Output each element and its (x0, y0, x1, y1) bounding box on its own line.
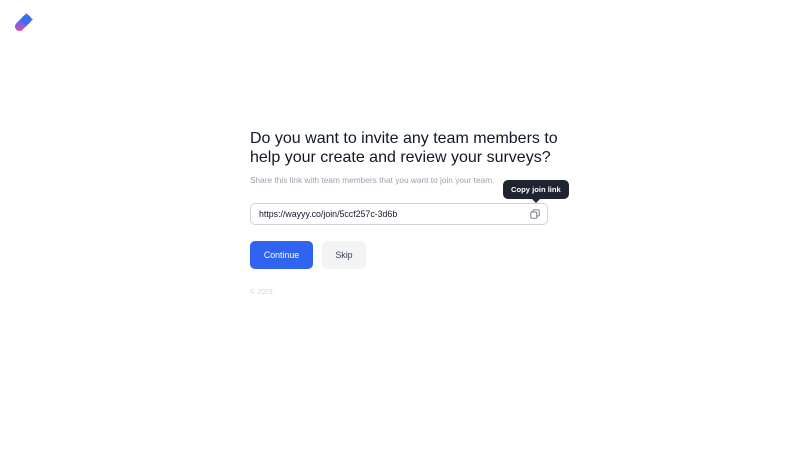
copy-link-tooltip: Copy join link (503, 180, 569, 203)
join-link-field[interactable]: https://wayyy.co/join/5ccf257c-3d6b (250, 203, 548, 225)
skip-button[interactable]: Skip (322, 241, 366, 269)
brand-logo-icon[interactable] (12, 12, 34, 34)
invite-panel: Do you want to invite any team members t… (250, 129, 569, 296)
page-title: Do you want to invite any team members t… (250, 130, 558, 166)
continue-button[interactable]: Continue (250, 241, 313, 269)
join-link-value[interactable]: https://wayyy.co/join/5ccf257c-3d6b (259, 204, 397, 225)
copyright-text: © 2023 (250, 289, 273, 296)
invite-team-page: Do you want to invite any team members t… (0, 0, 800, 450)
action-buttons: Continue Skip (250, 241, 366, 269)
copy-icon[interactable] (527, 206, 543, 222)
